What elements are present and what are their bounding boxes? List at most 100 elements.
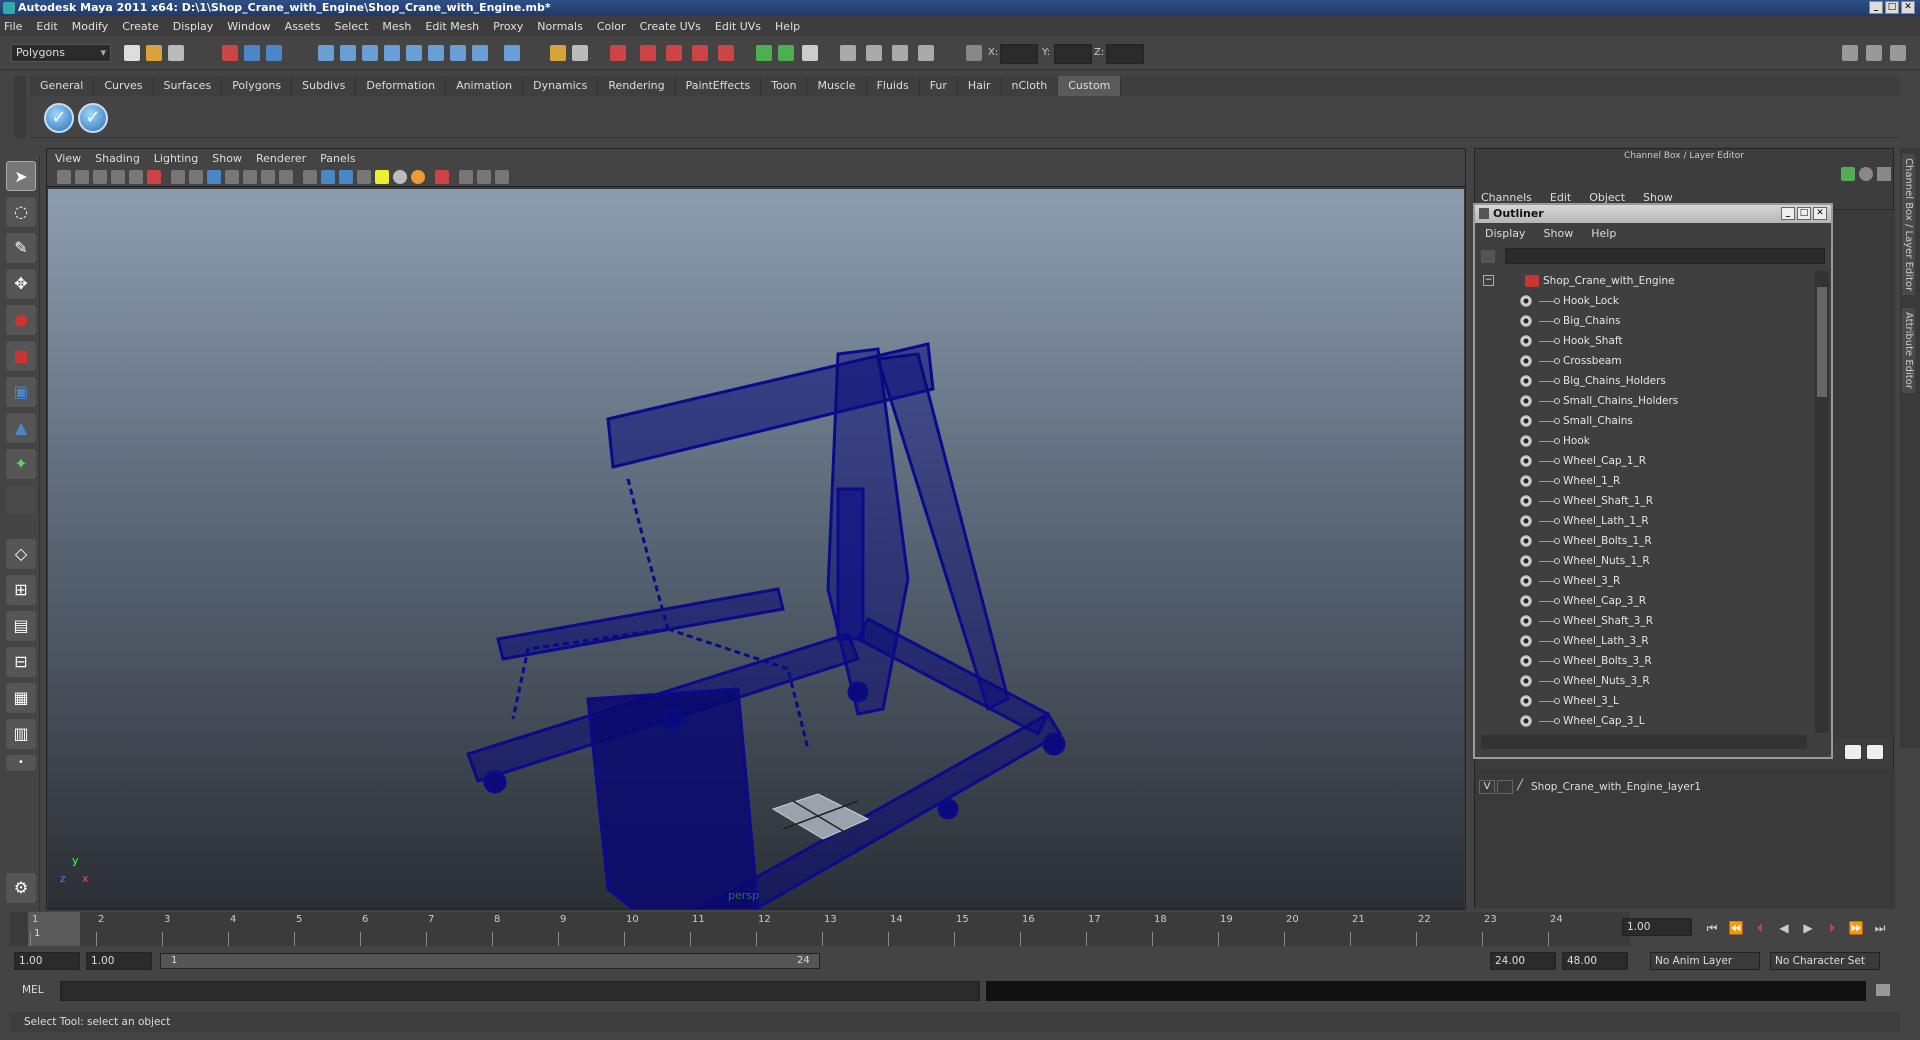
select-object-icon[interactable] <box>244 45 260 61</box>
script-editor-icon[interactable] <box>1876 984 1890 996</box>
last-tool-icon[interactable] <box>6 485 36 515</box>
menu-normals[interactable]: Normals <box>537 20 583 33</box>
start-time-field[interactable]: 1.00 <box>14 952 80 970</box>
menu-create[interactable]: Create <box>122 20 159 33</box>
close-button[interactable]: ✕ <box>1901 1 1915 14</box>
paint-select-tool-icon[interactable]: ✎ <box>6 233 36 263</box>
outliner-item[interactable]: Wheel_3_L <box>1479 691 1813 711</box>
3d-viewport[interactable]: y z x persp <box>48 189 1464 1002</box>
outliner-item[interactable]: Wheel_Nuts_3_R <box>1479 671 1813 691</box>
persp-graph-hypergraph-layout-icon[interactable]: ▥ <box>6 719 36 749</box>
select-surface-icon[interactable] <box>384 45 400 61</box>
scale-tool-icon[interactable]: ■ <box>6 341 36 371</box>
layer-color-swatch[interactable]: ╱ <box>1515 780 1525 794</box>
select-misc-icon[interactable] <box>472 45 488 61</box>
high-quality-icon[interactable] <box>411 170 425 184</box>
outliner-item[interactable]: Big_Chains_Holders <box>1479 371 1813 391</box>
outliner-item[interactable]: Wheel_Shaft_3_R <box>1479 611 1813 631</box>
ipr-render-icon[interactable] <box>866 45 882 61</box>
input-output-icon[interactable] <box>756 45 772 61</box>
new-layer-selected-icon[interactable] <box>1867 745 1883 759</box>
playback-end-field[interactable]: 24.00 <box>1490 952 1556 970</box>
backface-culling-icon[interactable] <box>495 170 509 184</box>
minimize-button[interactable]: _ <box>1869 1 1883 14</box>
outliner-filter-icon[interactable] <box>1481 250 1495 263</box>
viewport-menu-lighting[interactable]: Lighting <box>154 152 198 165</box>
new-layer-icon[interactable] <box>1845 745 1861 759</box>
menu-edit-mesh[interactable]: Edit Mesh <box>425 20 479 33</box>
shelf-tab-dynamics[interactable]: Dynamics <box>523 76 599 96</box>
shelf-tab-deformation[interactable]: Deformation <box>356 76 447 96</box>
tool-settings-toggle-icon[interactable] <box>1890 45 1906 61</box>
menu-modify[interactable]: Modify <box>72 20 108 33</box>
smooth-shade-icon[interactable] <box>321 170 335 184</box>
grid-icon[interactable] <box>171 170 185 184</box>
outliner-item[interactable]: Hook_Shaft <box>1479 331 1813 351</box>
menu-create-uvs[interactable]: Create UVs <box>640 20 701 33</box>
viewport-menu-show[interactable]: Show <box>212 152 242 165</box>
transform-field-icon[interactable] <box>966 45 982 61</box>
outliner-item[interactable]: Hook_Lock <box>1479 291 1813 311</box>
snap-point-icon[interactable] <box>666 45 682 61</box>
menu-edit-uvs[interactable]: Edit UVs <box>715 20 761 33</box>
shelf-tab-animation[interactable]: Animation <box>446 76 524 96</box>
command-language-label[interactable]: MEL <box>22 984 44 996</box>
persp-outliner-layout-icon[interactable]: ▤ <box>6 611 36 641</box>
z-field[interactable] <box>1106 44 1144 64</box>
outliner-menu-show[interactable]: Show <box>1544 227 1574 240</box>
channel-box-option-icon[interactable] <box>1841 167 1855 181</box>
show-manipulator-icon[interactable]: ✦ <box>6 449 36 479</box>
custom-shelf-check-icon-1[interactable]: ✓ <box>44 103 74 133</box>
outliner-item[interactable]: Wheel_1_R <box>1479 471 1813 491</box>
shelf-tab-subdivs[interactable]: Subdivs <box>292 76 357 96</box>
field-chart-icon[interactable] <box>243 170 257 184</box>
outliner-item[interactable]: Small_Chains <box>1479 411 1813 431</box>
hypershade-persp-layout-icon[interactable]: ▦ <box>6 683 36 713</box>
outliner-menu-help[interactable]: Help <box>1591 227 1616 240</box>
snap-curve-icon[interactable] <box>640 45 656 61</box>
xray-icon[interactable] <box>459 170 473 184</box>
anim-layer-dropdown[interactable]: No Anim Layer <box>1650 952 1760 970</box>
menu-window[interactable]: Window <box>227 20 270 33</box>
new-scene-icon[interactable] <box>124 45 140 61</box>
outliner-item[interactable]: Wheel_Cap_3_R <box>1479 591 1813 611</box>
viewport-menu-view[interactable]: View <box>55 152 81 165</box>
camera-attributes-icon[interactable] <box>75 170 89 184</box>
resolution-gate-icon[interactable] <box>207 170 221 184</box>
outliner-item[interactable]: Big_Chains <box>1479 311 1813 331</box>
outliner-item[interactable]: Wheel_Lath_3_R <box>1479 631 1813 651</box>
menu-mesh[interactable]: Mesh <box>382 20 411 33</box>
outliner-filter-input[interactable] <box>1505 248 1825 264</box>
end-time-field[interactable]: 48.00 <box>1562 952 1628 970</box>
step-back-frame-icon[interactable]: ⏴ <box>1748 921 1772 936</box>
select-deformation-icon[interactable] <box>406 45 422 61</box>
outliner-item[interactable]: Wheel_Nuts_1_R <box>1479 551 1813 571</box>
menu-display[interactable]: Display <box>173 20 214 33</box>
outliner-item[interactable]: Wheel_Shaft_1_R <box>1479 491 1813 511</box>
menu-edit[interactable]: Edit <box>36 20 57 33</box>
image-plane-icon[interactable] <box>111 170 125 184</box>
playback-start-field[interactable]: 1.00 <box>86 952 152 970</box>
x-field[interactable] <box>1000 44 1038 64</box>
step-back-key-icon[interactable]: ⏪ <box>1724 921 1748 935</box>
viewport-menu-shading[interactable]: Shading <box>95 152 140 165</box>
playback-range-slider[interactable]: 1 24 <box>160 953 820 969</box>
use-all-lights-icon[interactable] <box>375 170 389 184</box>
snap-grid-icon[interactable] <box>610 45 626 61</box>
menu-set-selector[interactable]: Polygons <box>11 44 111 62</box>
outliner-item[interactable]: Wheel_Lath_1_R <box>1479 511 1813 531</box>
channel-box-settings-icon[interactable] <box>1877 167 1891 181</box>
play-backwards-icon[interactable]: ◀ <box>1772 921 1796 935</box>
select-dynamic-icon[interactable] <box>428 45 444 61</box>
select-rendering-icon[interactable] <box>450 45 466 61</box>
shelf-tab-polygons[interactable]: Polygons <box>222 76 293 96</box>
outliner-item[interactable]: Wheel_Cap_3_L <box>1479 711 1813 731</box>
shelf-tab-hair[interactable]: Hair <box>958 76 1002 96</box>
manipulator-tool-icon[interactable]: ▣ <box>6 377 36 407</box>
single-perspective-layout-icon[interactable]: ◇ <box>6 539 36 569</box>
outliner-horizontal-scrollbar[interactable] <box>1481 735 1807 749</box>
menu-proxy[interactable]: Proxy <box>493 20 523 33</box>
collapse-icon[interactable]: − <box>1483 275 1494 286</box>
shelf-tab-muscle[interactable]: Muscle <box>807 76 867 96</box>
y-field[interactable] <box>1054 44 1092 64</box>
